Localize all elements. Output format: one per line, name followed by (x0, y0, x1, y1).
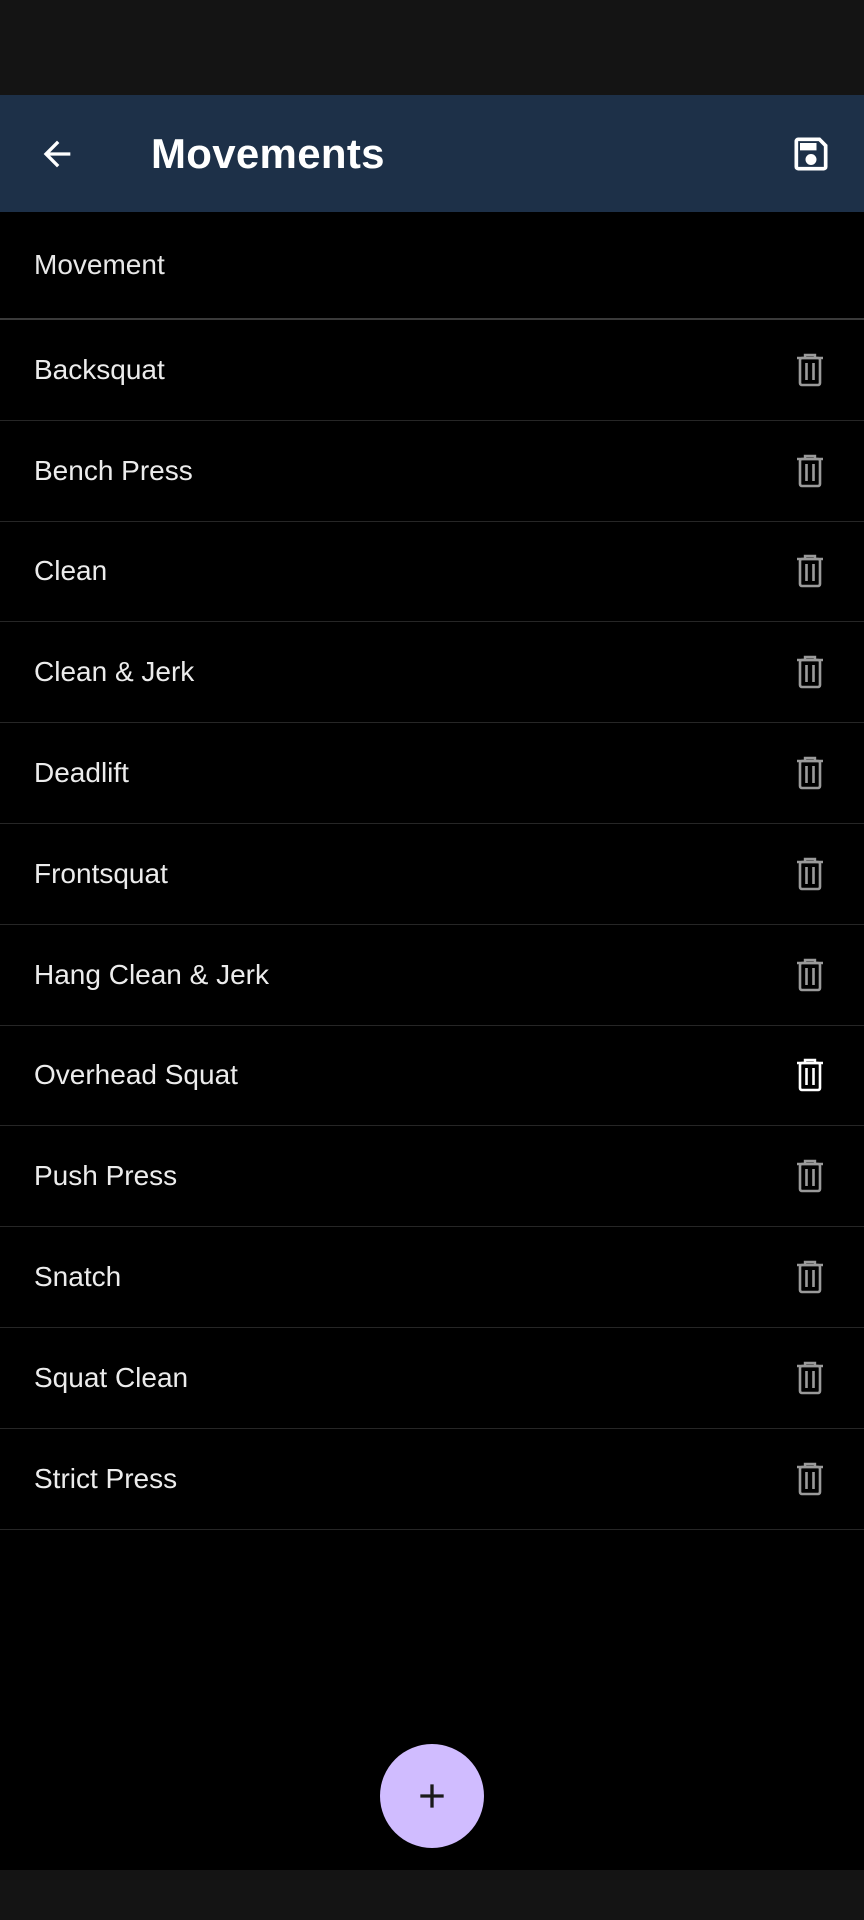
delete-button[interactable] (788, 348, 832, 392)
list-item[interactable]: Deadlift (0, 723, 864, 824)
status-bar (0, 0, 864, 95)
trash-icon (797, 1462, 823, 1495)
trash-icon (797, 454, 823, 487)
delete-button[interactable] (788, 953, 832, 997)
delete-button[interactable] (788, 449, 832, 493)
movement-label: Strict Press (34, 1462, 178, 1494)
list-item[interactable]: Backsquat (0, 320, 864, 421)
list-item[interactable]: Strict Press (0, 1429, 864, 1530)
trash-icon (797, 1260, 823, 1294)
list-item[interactable]: Hang Clean & Jerk (0, 925, 864, 1026)
delete-button[interactable] (788, 1457, 832, 1501)
save-icon (794, 137, 828, 170)
movement-label: Clean & Jerk (34, 656, 195, 688)
app-bar: Movements (0, 95, 864, 212)
list-header: Movement (0, 212, 864, 320)
navigation-bar (0, 1870, 864, 1920)
list-item[interactable]: Clean & Jerk (0, 622, 864, 724)
movement-label: Frontsquat (34, 857, 168, 889)
delete-button[interactable] (788, 549, 832, 593)
trash-icon (797, 1361, 823, 1395)
movement-label: Deadlift (34, 757, 129, 789)
page-title: Movements (151, 129, 385, 177)
movement-label: Squat Clean (34, 1361, 189, 1393)
movement-label: Bench Press (34, 454, 193, 486)
save-button[interactable] (784, 95, 838, 212)
movement-label: Clean (34, 555, 108, 587)
movement-label: Snatch (34, 1261, 122, 1293)
movement-list: Backsquat Bench Press Clean Clean & Jerk Dea… (0, 320, 864, 1530)
add-movement-button[interactable] (380, 1744, 484, 1848)
trash-icon (797, 555, 823, 588)
movement-label: Backsquat (34, 353, 165, 385)
delete-button[interactable] (788, 1154, 832, 1198)
trash-icon (797, 1160, 823, 1193)
trash-icon (797, 1059, 823, 1092)
delete-button[interactable] (788, 650, 832, 694)
list-item[interactable]: Push Press (0, 1126, 864, 1228)
delete-button[interactable] (788, 852, 832, 896)
delete-button[interactable] (788, 1356, 832, 1400)
trash-icon (797, 857, 823, 891)
back-button[interactable] (30, 95, 84, 212)
trash-icon (797, 756, 823, 790)
list-item[interactable]: Clean (0, 522, 864, 623)
list-item[interactable]: Bench Press (0, 421, 864, 522)
trash-icon (797, 958, 823, 991)
movement-label: Push Press (34, 1160, 178, 1192)
movement-label: Hang Clean & Jerk (34, 958, 270, 990)
list-item[interactable]: Frontsquat (0, 824, 864, 925)
plus-icon (420, 1784, 444, 1808)
arrow-left-icon (43, 140, 71, 167)
trash-icon (797, 656, 823, 689)
list-item[interactable]: Snatch (0, 1227, 864, 1328)
list-item[interactable]: Overhead Squat (0, 1026, 864, 1127)
trash-icon (797, 353, 823, 387)
delete-button[interactable] (788, 751, 832, 795)
list-item[interactable]: Squat Clean (0, 1328, 864, 1429)
delete-button[interactable] (788, 1255, 832, 1299)
movement-label: Overhead Squat (34, 1059, 238, 1091)
delete-button[interactable] (788, 1053, 832, 1097)
